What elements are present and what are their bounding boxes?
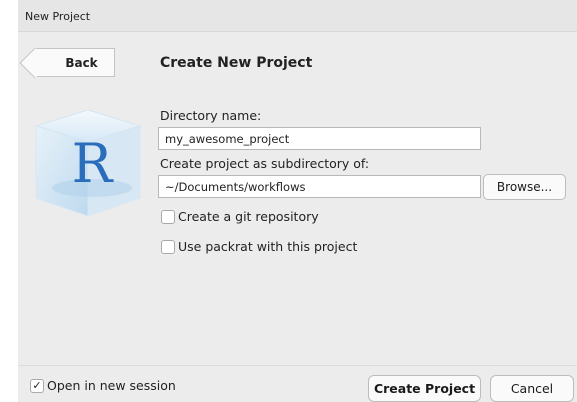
create-project-button[interactable]: Create Project (368, 375, 481, 402)
open-new-session-row[interactable]: ✓ Open in new session (30, 378, 176, 393)
git-repository-checkbox-row[interactable]: Create a git repository (161, 209, 319, 224)
r-logo-letter: R (72, 132, 114, 195)
back-button-label: Back (65, 55, 98, 70)
subdirectory-label: Create project as subdirectory of: (160, 156, 370, 171)
window-title: New Project (25, 10, 91, 23)
page-title: Create New Project (160, 55, 313, 71)
directory-name-input[interactable]: my_awesome_project (158, 127, 481, 150)
cancel-button[interactable]: Cancel (490, 375, 574, 402)
packrat-label: Use packrat with this project (178, 239, 358, 254)
open-new-session-checkbox[interactable]: ✓ (30, 378, 44, 393)
packrat-checkbox[interactable] (161, 239, 175, 254)
back-button[interactable]: Back (35, 48, 115, 77)
footer-divider (18, 365, 577, 366)
directory-name-label: Directory name: (160, 108, 262, 123)
packrat-checkbox-row[interactable]: Use packrat with this project (161, 239, 357, 254)
window-titlebar: New Project (18, 0, 577, 32)
open-new-session-label: Open in new session (47, 378, 176, 393)
browse-button[interactable]: Browse... (483, 174, 566, 200)
git-repository-label: Create a git repository (178, 209, 319, 224)
git-repository-checkbox[interactable] (161, 209, 175, 224)
new-project-dialog: New Project Back Create New Project R Di… (18, 0, 577, 402)
r-logo-icon: R (34, 109, 142, 217)
subdirectory-input[interactable]: ~/Documents/workflows (158, 175, 481, 198)
